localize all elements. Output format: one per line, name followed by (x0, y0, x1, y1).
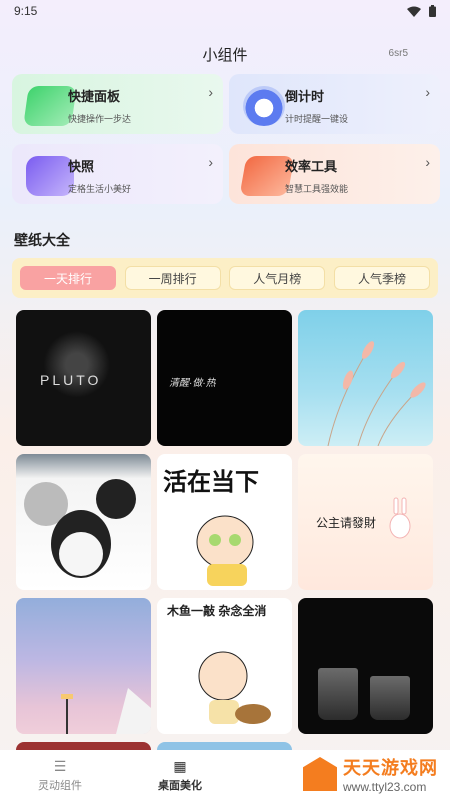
wallpaper-thumbnail[interactable]: PLUTO (16, 310, 151, 446)
widget-grid: 快捷面板 快捷操作一步达 › 倒计时 计时提醒一键设 › 快照 定格生活小美好 … (12, 74, 440, 204)
wallpaper-thumbnail[interactable]: 木鱼一敲 杂念全消 (157, 598, 292, 734)
wallpaper-thumbnail[interactable]: 公主请發財 (298, 454, 433, 590)
status-bar: 9:15 (0, 0, 450, 22)
wallpaper-gallery: PLUTO 清醒·做·热 活在当下 公主请發財 木鱼一敲 杂念全消 (16, 310, 434, 758)
wallpaper-text: 清醒·做·热 (169, 378, 216, 389)
widget-card-quick-panel[interactable]: 快捷面板 快捷操作一步达 › (12, 74, 223, 134)
chevron-right-icon: › (208, 154, 213, 170)
nav-label: 桌面美化 (158, 779, 202, 792)
drink-cup (318, 668, 358, 720)
ranking-tabs: 一天排行 一周排行 人气月榜 人气季榜 (12, 258, 438, 298)
wallpaper-text: PLUTO (40, 372, 102, 388)
wallpaper-thumbnail[interactable] (298, 598, 433, 734)
lamp-post-art (61, 688, 151, 734)
page-title: 小组件 (202, 47, 248, 64)
cartoon-mouse-art (24, 479, 136, 578)
tab-daily[interactable]: 一天排行 (20, 266, 116, 290)
tab-monthly[interactable]: 人气月榜 (229, 266, 326, 290)
widget-card-countdown[interactable]: 倒计时 计时提醒一键设 › (229, 74, 440, 134)
widget-title: 快照 (68, 159, 95, 174)
wallpaper-thumbnail[interactable] (16, 598, 151, 734)
widget-subtitle: 定格生活小美好 (68, 184, 132, 194)
widget-title: 倒计时 (285, 89, 325, 104)
nav-item-widgets[interactable]: ☰ 灵动组件 (0, 758, 120, 793)
widget-subtitle: 计时提醒一键设 (285, 114, 349, 124)
wallpaper-thumbnail[interactable]: 活在当下 (157, 454, 292, 590)
widget-card-snapshot[interactable]: 快照 定格生活小美好 › (12, 144, 223, 204)
nav-item-desktop[interactable]: ▦ 桌面美化 (120, 758, 240, 793)
chevron-right-icon: › (425, 154, 430, 170)
camera-icon (26, 156, 74, 196)
widget-title: 效率工具 (285, 159, 338, 174)
wallpaper-thumbnail[interactable] (298, 310, 433, 446)
chevron-right-icon: › (425, 84, 430, 100)
header-code: 6sr5 (388, 48, 408, 59)
status-icons (407, 5, 436, 17)
watermark-name: 天天游戏网 (343, 758, 438, 778)
widget-nav-icon: ☰ (53, 757, 67, 774)
wifi-icon (407, 6, 421, 17)
wallpaper-section-title: 壁纸大全 (14, 232, 70, 248)
widget-subtitle: 智慧工具强效能 (285, 184, 349, 194)
tab-weekly[interactable]: 一周排行 (124, 266, 221, 290)
bunny-art (389, 497, 411, 539)
clock-icon (243, 86, 285, 126)
watermark-url: www.ttyl23.com (343, 780, 427, 794)
nav-label: 灵动组件 (38, 779, 82, 792)
drink-cup (370, 676, 410, 720)
wallpaper-thumbnail[interactable]: 清醒·做·热 (157, 310, 292, 446)
cartoon-fish-art (198, 651, 271, 724)
widget-card-efficiency-tools[interactable]: 效率工具 智慧工具强效能 › (229, 144, 440, 204)
watermark: 天天游戏网 www.ttyl23.com (303, 754, 438, 794)
grass-art (327, 341, 426, 446)
chevron-right-icon: › (208, 84, 213, 100)
watermark-logo (303, 757, 337, 791)
widget-subtitle: 快捷操作一步达 (68, 114, 132, 124)
cartoon-boy-art (196, 515, 254, 586)
battery-icon (429, 5, 436, 17)
grid-nav-icon: ▦ (173, 757, 187, 774)
tab-quarterly[interactable]: 人气季榜 (333, 266, 430, 290)
wallpaper-thumbnail[interactable] (16, 454, 151, 590)
status-time: 9:15 (14, 4, 38, 18)
widget-title: 快捷面板 (68, 89, 121, 104)
